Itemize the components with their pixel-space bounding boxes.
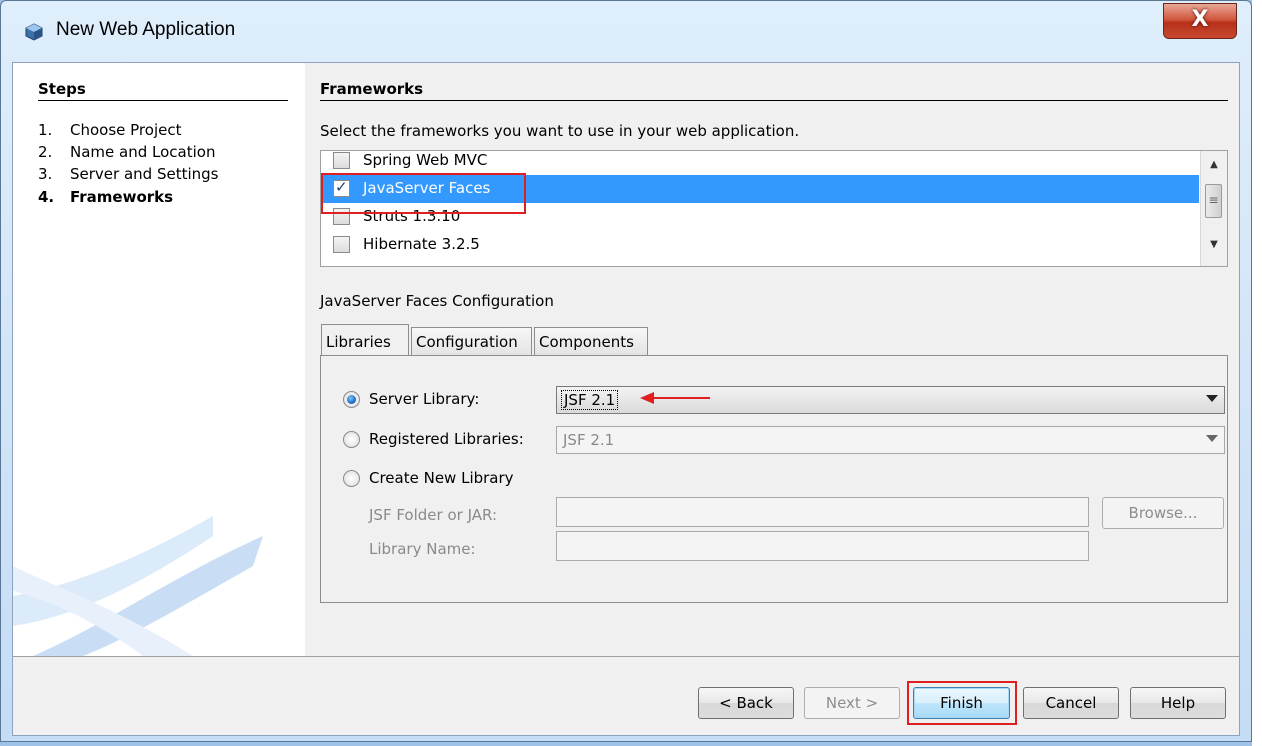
- step-number: 4.: [38, 188, 55, 206]
- framework-row-hibernate[interactable]: Hibernate 3.2.5: [321, 231, 1199, 259]
- browse-button[interactable]: Browse...: [1102, 497, 1224, 529]
- tab-libraries[interactable]: Libraries: [321, 324, 409, 355]
- registered-libraries-value: JSF 2.1: [563, 431, 615, 449]
- netbeans-cube-icon: [25, 23, 43, 41]
- step-label: Server and Settings: [70, 165, 219, 183]
- scroll-thumb[interactable]: ≡: [1205, 184, 1222, 218]
- step-label: Choose Project: [70, 121, 182, 139]
- registered-libraries-radio[interactable]: [343, 431, 360, 448]
- step-number: 1.: [38, 121, 53, 139]
- create-new-library-label: Create New Library: [369, 469, 514, 487]
- step-label: Name and Location: [70, 143, 216, 161]
- tab-configuration[interactable]: Configuration: [411, 327, 532, 355]
- step-number: 2.: [38, 143, 53, 161]
- chevron-down-icon: [1206, 395, 1218, 402]
- step-number: 3.: [38, 165, 53, 183]
- next-button[interactable]: Next >: [804, 687, 900, 719]
- step-server-and-settings: 3. Server and Settings: [38, 165, 218, 183]
- step-frameworks: 4. Frameworks: [38, 188, 173, 206]
- framework-checkbox[interactable]: [333, 236, 350, 253]
- framework-checkbox[interactable]: [333, 152, 350, 169]
- jsf-folder-input[interactable]: [556, 497, 1089, 527]
- frameworks-scrollbar[interactable]: ▲ ≡ ▼: [1200, 151, 1227, 266]
- server-library-radio[interactable]: [343, 391, 360, 408]
- jsf-folder-label: JSF Folder or JAR:: [369, 506, 498, 524]
- server-library-value: JSF 2.1: [561, 390, 619, 410]
- frameworks-header: Frameworks: [320, 80, 1228, 101]
- framework-row-spring[interactable]: Spring Web MVC: [321, 151, 1199, 175]
- back-button[interactable]: < Back: [698, 687, 794, 719]
- title-bar[interactable]: New Web Application X: [1, 1, 1251, 61]
- framework-label: Spring Web MVC: [363, 151, 488, 169]
- dialog-client-area: Steps 1. Choose Project 2. Name and Locati…: [12, 62, 1240, 736]
- frameworks-description: Select the frameworks you want to use in…: [320, 122, 800, 140]
- step-choose-project: 1. Choose Project: [38, 121, 181, 139]
- chevron-down-icon: [1206, 435, 1218, 442]
- registered-libraries-label: Registered Libraries:: [369, 430, 524, 448]
- cancel-button[interactable]: Cancel: [1023, 687, 1119, 719]
- jsf-configuration-label: JavaServer Faces Configuration: [320, 292, 554, 310]
- steps-panel: Steps 1. Choose Project 2. Name and Locati…: [13, 63, 305, 656]
- red-arrow-annotation-icon: [640, 392, 710, 404]
- scroll-up-arrow-icon[interactable]: ▲: [1201, 159, 1227, 170]
- dialog-window: New Web Application X Steps 1. Choose Pro…: [0, 0, 1252, 742]
- page-edge-strip: [1252, 0, 1262, 746]
- window-title: New Web Application: [56, 19, 236, 40]
- highlight-box-finish: [907, 681, 1017, 725]
- highlight-box-jsf: [321, 173, 526, 214]
- tab-components[interactable]: Components: [534, 327, 648, 355]
- framework-label: Hibernate 3.2.5: [363, 235, 480, 253]
- registered-libraries-combo[interactable]: JSF 2.1: [556, 426, 1225, 454]
- create-new-library-radio[interactable]: [343, 470, 360, 487]
- scroll-down-arrow-icon[interactable]: ▼: [1201, 239, 1227, 250]
- step-label: Frameworks: [70, 188, 174, 206]
- library-name-label: Library Name:: [369, 540, 476, 558]
- decorative-swoosh-graphic: [13, 516, 263, 656]
- close-button[interactable]: X: [1163, 3, 1237, 39]
- steps-header: Steps: [38, 80, 288, 101]
- library-name-input[interactable]: [556, 531, 1089, 561]
- help-button[interactable]: Help: [1130, 687, 1226, 719]
- server-library-label: Server Library:: [369, 390, 480, 408]
- step-name-and-location: 2. Name and Location: [38, 143, 215, 161]
